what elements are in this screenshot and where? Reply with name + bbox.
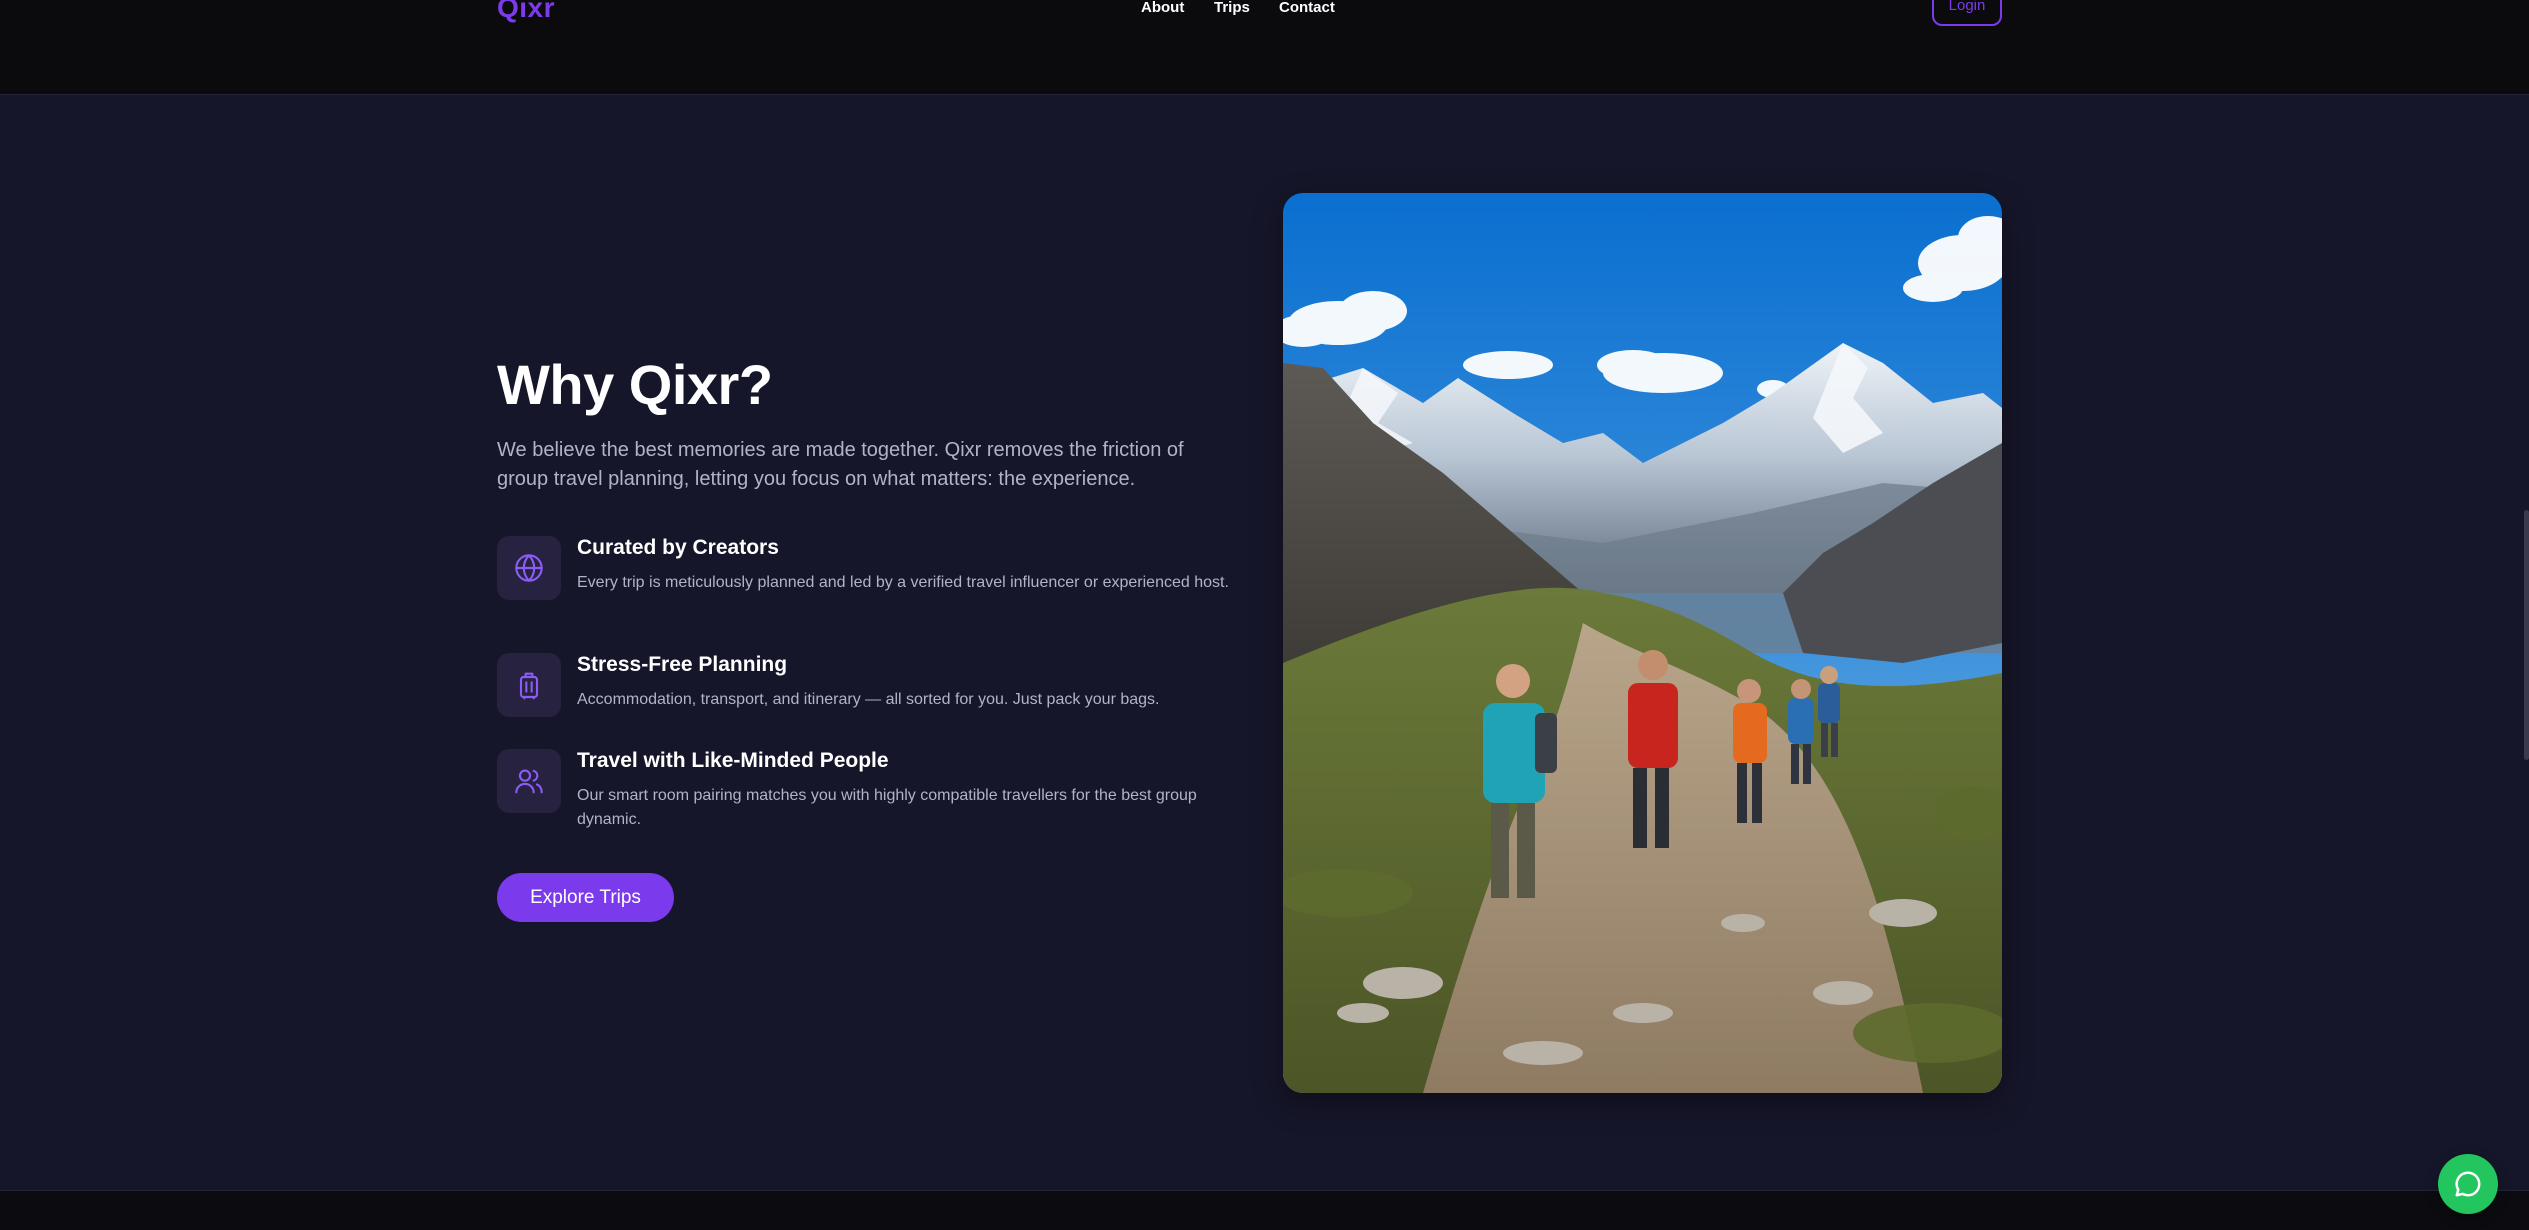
hikers-photo [1283,193,2002,1093]
nav-link-about[interactable]: About [1141,0,1184,16]
footer-strip [0,1190,2529,1230]
chat-bubble-icon[interactable] [2438,1154,2498,1214]
feature-description: Accommodation, transport, and itinerary … [577,691,1160,708]
section-heading: Why Qixr? [497,353,773,416]
feature-title: Stress-Free Planning [577,653,788,676]
feature-description: Our smart room pairing matches you with … [577,787,1197,828]
why-section [0,96,2529,1190]
login-button[interactable]: Login [1932,0,2002,26]
explore-trips-button[interactable]: Explore Trips [497,873,674,922]
feature-title: Travel with Like-Minded People [577,749,889,772]
brand-logo[interactable]: Qixr [497,0,555,24]
feature-title: Curated by Creators [577,536,779,559]
luggage-icon [497,653,561,717]
nav-link-contact[interactable]: Contact [1279,0,1335,16]
scrollbar-thumb[interactable] [2524,510,2529,760]
nav-link-trips[interactable]: Trips [1214,0,1250,16]
globe-icon [497,536,561,600]
users-icon [497,749,561,813]
section-intro: We believe the best memories are made to… [497,439,1184,490]
top-nav-bar: Qixr About Trips Contact Login [0,0,2529,95]
feature-description: Every trip is meticulously planned and l… [577,574,1229,591]
